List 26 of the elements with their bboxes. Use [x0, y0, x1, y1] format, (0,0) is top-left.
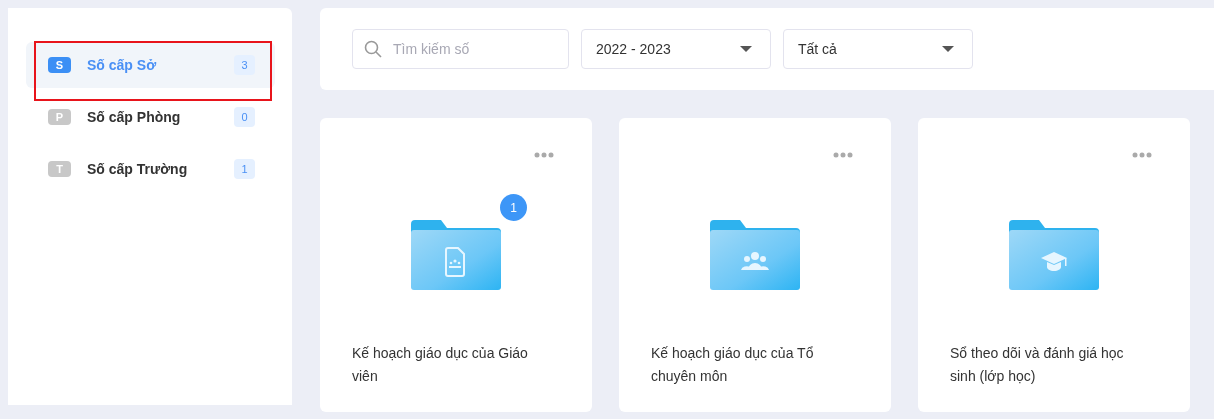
graduation-cap-icon: [1041, 252, 1067, 271]
search-field[interactable]: Tìm kiếm số: [352, 29, 569, 69]
more-icon[interactable]: [833, 152, 853, 158]
sidebar-label: Số cấp Trường: [87, 159, 189, 179]
document-icon: [445, 247, 465, 277]
people-icon: [741, 252, 769, 270]
dropdown-select[interactable]: Tất cả: [783, 29, 973, 69]
card-title: Sổ theo dõi và đánh giá học sinh (lớp học): [949, 344, 1125, 386]
folder-letter-icon: S: [48, 57, 71, 73]
notification-badge: 1: [500, 194, 527, 221]
more-icon[interactable]: [534, 152, 554, 158]
caret-icon: [942, 46, 954, 52]
count-badge: 0: [234, 107, 255, 127]
count-badge: 1: [234, 159, 255, 179]
folder-card[interactable]: Sổ theo dõi và đánh giá học sinh (lớp học): [918, 118, 1190, 412]
count-badge: 3: [234, 55, 255, 75]
dropdown-select[interactable]: 2022 - 2023: [581, 29, 771, 69]
more-icon[interactable]: [1132, 152, 1152, 158]
search-icon: [364, 40, 382, 58]
card-title: Kế hoạch giáo dục của Giáo viên: [351, 344, 529, 386]
caret-icon: [740, 46, 752, 52]
sidebar-label: Số cấp Phòng: [87, 107, 182, 127]
card-title: Kế hoạch giáo dục của Tổ chuyên môn: [650, 344, 815, 386]
folder-card[interactable]: Kế hoạch giáo dục của Tổ chuyên môn: [619, 118, 891, 412]
sidebar-label: Số cấp Sở: [87, 55, 158, 75]
folder-card[interactable]: 1 Kế hoạch giáo dục của Giáo viên: [320, 118, 592, 412]
